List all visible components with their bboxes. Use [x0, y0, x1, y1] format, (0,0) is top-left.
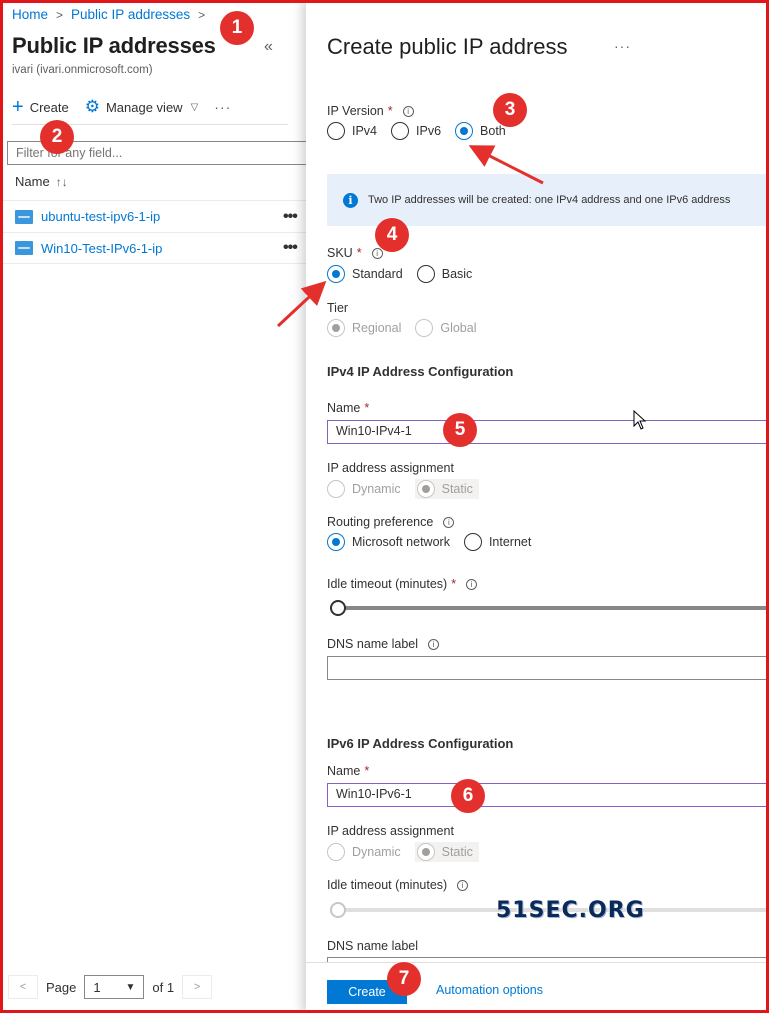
- annotation-arrows: [276, 145, 544, 328]
- annotation-badge-4: 4: [375, 218, 409, 252]
- annotation-badge-5: 5: [443, 413, 477, 447]
- annotation-badge-7: 7: [387, 962, 421, 996]
- annotation-badge-3: 3: [493, 93, 527, 127]
- annotation-badge-2: 2: [40, 120, 74, 154]
- arrow-to-standard: [276, 280, 327, 328]
- annotation-badge-1: 1: [220, 11, 254, 45]
- arrow-to-both: [468, 145, 544, 185]
- annotation-badge-6: 6: [451, 779, 485, 813]
